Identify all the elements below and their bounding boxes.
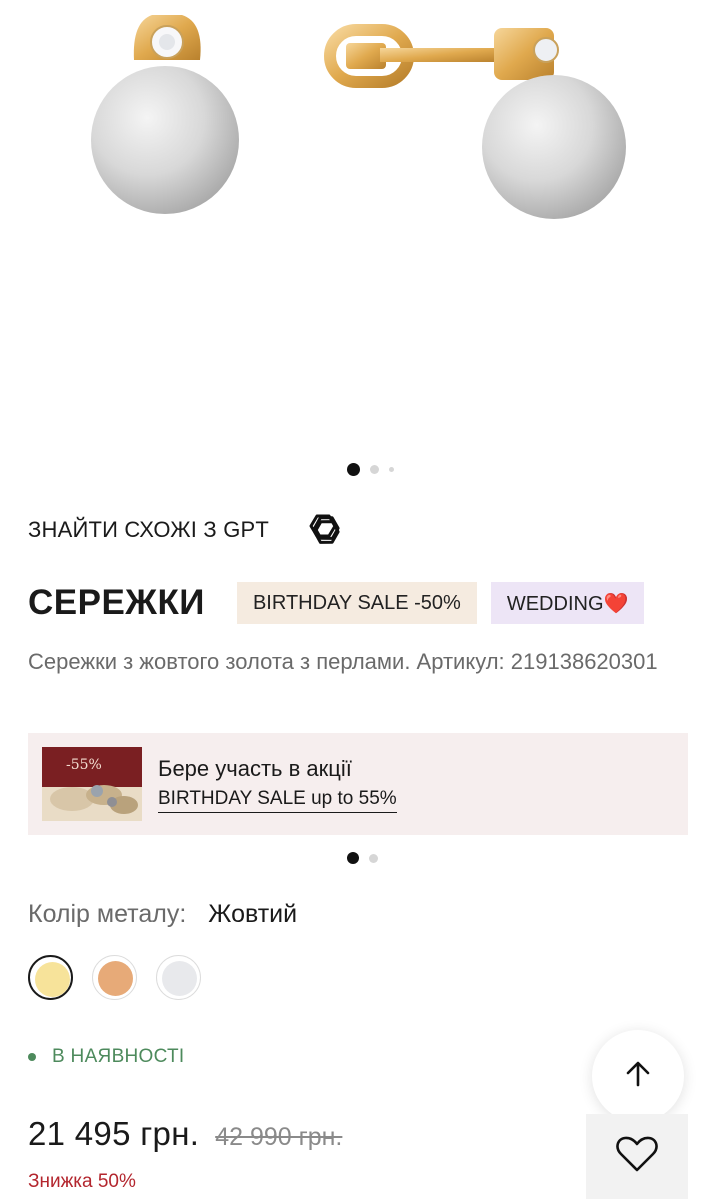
- arrow-up-icon: [623, 1059, 653, 1094]
- product-description: Сережки з жовтого золота з перлами. Арти…: [28, 649, 658, 674]
- promo-thumbnail-label: -55%: [66, 757, 102, 773]
- metal-color-value: Жовтий: [208, 900, 298, 928]
- gallery-dot[interactable]: [370, 465, 379, 474]
- stock-status: В НАЯВНОСТІ: [28, 1046, 185, 1068]
- promo-link[interactable]: BIRTHDAY SALE up to 55%: [158, 788, 397, 813]
- add-to-favorites-button[interactable]: [586, 1114, 688, 1199]
- find-similar-gpt-label: ЗНАЙТИ СХОЖІ З GPT: [28, 517, 270, 542]
- discount-label: Знижка 50%: [28, 1171, 136, 1192]
- promo-pagination[interactable]: [347, 852, 378, 864]
- swatch-white-gold[interactable]: [156, 955, 201, 1000]
- promo-dot[interactable]: [369, 853, 378, 863]
- product-title: СЕРЕЖКИ: [28, 583, 205, 622]
- old-price: 42 990 грн.: [215, 1123, 343, 1151]
- metal-color-swatches: [28, 955, 201, 1000]
- earrings-image: [91, 15, 626, 219]
- gallery-dot[interactable]: [347, 463, 360, 476]
- swatch-yellow-gold[interactable]: [28, 955, 73, 1000]
- scroll-to-top-button[interactable]: [592, 1030, 684, 1122]
- swatch-rose-gold[interactable]: [92, 955, 137, 1000]
- gallery-dot[interactable]: [389, 467, 394, 472]
- metal-color-label: Колір металу:: [28, 900, 187, 928]
- openai-icon: [299, 506, 347, 554]
- metal-color-row: Колір металу: Жовтий: [28, 900, 297, 929]
- current-price: 21 495 грн.: [28, 1115, 200, 1152]
- gallery-pagination[interactable]: [347, 463, 394, 476]
- stock-status-dot: [28, 1053, 36, 1061]
- price-row: 21 495 грн. 42 990 грн.: [28, 1115, 342, 1153]
- product-title-row: СЕРЕЖКИ BIRTHDAY SALE -50% WEDDING❤️: [28, 582, 658, 624]
- birthday-sale-badge[interactable]: BIRTHDAY SALE -50%: [236, 582, 477, 624]
- heart-icon: [615, 1134, 659, 1179]
- stock-status-label: В НАЯВНОСТІ: [52, 1046, 185, 1067]
- find-similar-gpt-button[interactable]: ЗНАЙТИ СХОЖІ З GPT: [28, 506, 347, 554]
- promo-banner[interactable]: -55% Бере участь в акції BIRTHDAY SALE u…: [28, 733, 688, 835]
- promo-dot[interactable]: [347, 852, 359, 864]
- wedding-badge[interactable]: WEDDING❤️: [490, 582, 645, 624]
- promo-thumbnail: -55%: [42, 747, 142, 821]
- promo-title: Бере участь в акції: [158, 755, 352, 781]
- product-image-gallery[interactable]: [0, 0, 718, 440]
